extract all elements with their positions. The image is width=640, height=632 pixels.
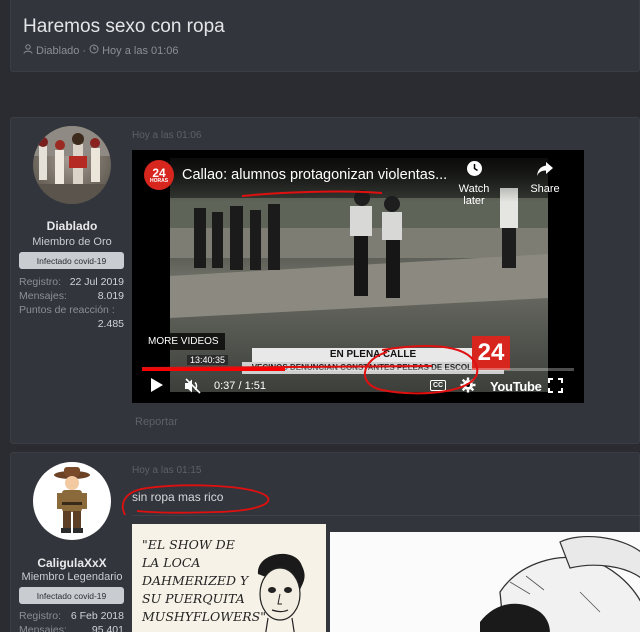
video-progress-bar[interactable] xyxy=(142,368,574,371)
avatar[interactable] xyxy=(33,462,111,540)
channel-logo-word: HORAS xyxy=(149,177,169,184)
comic-face xyxy=(257,553,305,632)
stat-label: Mensajes: xyxy=(19,290,67,302)
clock-icon xyxy=(89,44,99,57)
stat-messages: Mensajes: 8.019 xyxy=(19,290,124,302)
user-badge: Infectado covid-19 xyxy=(19,252,124,269)
comic-caption: "EL SHOW DE LA LOCA DAHMERIZED Y SU PUER… xyxy=(142,537,266,624)
broadcast-clock: 13:40:35 xyxy=(187,355,229,365)
post: Diablado Miembro de Oro Infectado covid-… xyxy=(10,117,640,444)
play-button[interactable] xyxy=(150,377,164,398)
avatar[interactable] xyxy=(33,126,111,204)
video-embed[interactable]: 24 HORAS Callao: alumnos protagonizan vi… xyxy=(132,150,584,403)
stat-reactions-value: 2.485 xyxy=(19,318,124,330)
username[interactable]: Diablado xyxy=(11,219,133,233)
post-message: sin ropa mas rico xyxy=(132,490,224,504)
stat-value: 22 Jul 2019 xyxy=(69,276,124,288)
channel-logo[interactable]: 24 HORAS xyxy=(144,160,174,190)
play-icon xyxy=(151,378,163,392)
share-label: Share xyxy=(530,183,560,195)
post-time[interactable]: Hoy a las 01:06 xyxy=(132,130,202,141)
broadcast-logo: 24 xyxy=(472,336,510,370)
thread-date-link[interactable]: Hoy a las 01:06 xyxy=(102,45,178,57)
report-link[interactable]: Reportar xyxy=(135,416,178,428)
comic-image[interactable]: "EL SHOW DE LA LOCA DAHMERIZED Y SU PUER… xyxy=(132,524,326,632)
stat-messages: Mensajes: 95.401 xyxy=(19,624,124,632)
stat-value: 6 Feb 2018 xyxy=(70,610,124,622)
stat-value: 2.485 xyxy=(97,318,124,330)
video-duration: 1:51 xyxy=(244,380,267,392)
stat-value: 95.401 xyxy=(91,624,124,632)
stat-label: Puntos de reacción : xyxy=(19,304,115,316)
post: CaligulaXxX Miembro Legendario Infectado… xyxy=(10,452,640,632)
settings-button[interactable] xyxy=(460,377,476,397)
post-time[interactable]: Hoy a las 01:15 xyxy=(132,465,202,476)
stat-reactions-label: Puntos de reacción : xyxy=(19,304,124,316)
news-banner-headline: EN PLENA CALLE xyxy=(252,348,494,362)
post-divider xyxy=(132,515,640,516)
gear-icon xyxy=(460,377,476,393)
video-progress-fill xyxy=(142,368,285,371)
user-badge: Infectado covid-19 xyxy=(19,587,124,604)
channel-logo-number: 24 xyxy=(152,165,166,180)
mute-button[interactable] xyxy=(184,378,202,397)
sketch-image[interactable] xyxy=(330,532,640,632)
video-control-bar: 0:37 / 1:51 CC YouTube xyxy=(142,375,574,399)
mute-icon xyxy=(185,378,201,394)
video-title-link[interactable]: Callao: alumnos protagonizan violentas..… xyxy=(182,167,447,183)
thread-author-link[interactable]: Diablado xyxy=(36,45,79,57)
watch-later-button[interactable]: Watch later xyxy=(452,160,496,207)
thread-title: Haremos sexo con ropa xyxy=(23,16,225,37)
stat-label: Registro: xyxy=(19,276,62,288)
stat-label: Mensajes: xyxy=(19,624,67,632)
sketch-drawing xyxy=(480,535,640,632)
share-button[interactable]: Share xyxy=(528,160,562,195)
thread-header: Haremos sexo con ropa Diablado · Hoy a l… xyxy=(10,0,640,72)
captions-button[interactable]: CC xyxy=(430,380,446,391)
clock-icon xyxy=(452,160,496,181)
watch-later-label: Watch later xyxy=(458,183,490,207)
username[interactable]: CaligulaXxX xyxy=(11,556,133,570)
user-title: Miembro Legendario xyxy=(21,571,123,583)
share-icon xyxy=(528,160,562,181)
time-separator: / xyxy=(238,380,242,392)
fullscreen-button[interactable] xyxy=(548,378,563,396)
user-icon xyxy=(23,44,33,57)
stat-registration: Registro: 6 Feb 2018 xyxy=(19,610,124,622)
stat-label: Registro: xyxy=(19,610,62,622)
fullscreen-icon xyxy=(548,378,563,393)
stat-registration: Registro: 22 Jul 2019 xyxy=(19,276,124,288)
user-title: Miembro de Oro xyxy=(32,236,112,248)
video-time-readout: 0:37 / 1:51 xyxy=(214,380,266,392)
current-time: 0:37 xyxy=(214,380,236,392)
meta-separator: · xyxy=(82,44,87,57)
more-videos-button[interactable]: MORE VIDEOS xyxy=(142,333,225,350)
youtube-logo-link[interactable]: YouTube xyxy=(490,379,542,394)
stat-value: 8.019 xyxy=(97,290,124,302)
thread-meta: Diablado · Hoy a las 01:06 xyxy=(23,44,179,57)
